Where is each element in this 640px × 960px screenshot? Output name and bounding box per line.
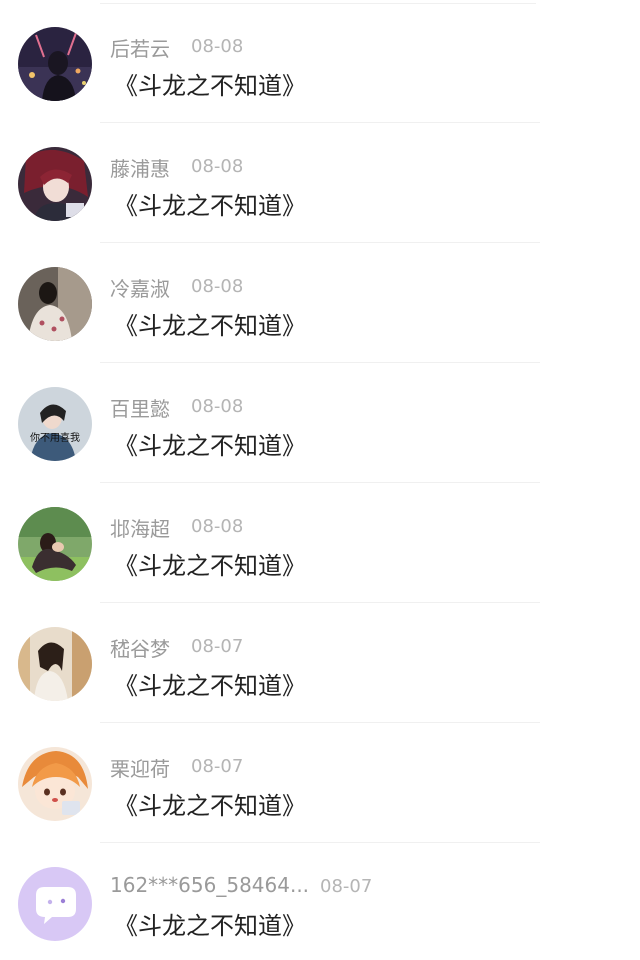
user-avatar-photo-icon: [18, 507, 92, 581]
user-avatar[interactable]: 你不用喜我: [18, 387, 92, 461]
user-name[interactable]: 栗迎荷: [110, 753, 170, 782]
user-avatar[interactable]: [18, 627, 92, 701]
comment-date: 08-07: [320, 876, 373, 897]
comment-text: 《斗龙之不知道》: [114, 192, 306, 220]
user-avatar-photo-icon: [18, 267, 92, 341]
user-avatar[interactable]: [18, 747, 92, 821]
comment-text: 《斗龙之不知道》: [114, 552, 306, 580]
comment-text: 《斗龙之不知道》: [114, 792, 306, 820]
user-avatar[interactable]: [18, 147, 92, 221]
user-avatar[interactable]: [18, 267, 92, 341]
user-name[interactable]: 162***656_58464...: [110, 873, 309, 897]
comment-item: 栗迎荷 08-07 《斗龙之不知道》: [0, 720, 640, 843]
comment-item: 162***656_58464... 08-07 《斗龙之不知道》: [0, 840, 640, 960]
user-avatar-photo-icon: [18, 27, 92, 101]
user-name[interactable]: 冷嘉淑: [110, 273, 170, 302]
comment-item: 冷嘉淑 08-08 《斗龙之不知道》: [0, 240, 640, 363]
comment-text: 《斗龙之不知道》: [114, 912, 306, 940]
comment-item: 后若云 08-08 《斗龙之不知道》: [0, 0, 640, 123]
user-name[interactable]: 邶海超: [110, 513, 170, 542]
user-avatar[interactable]: [18, 507, 92, 581]
user-name[interactable]: 后若云: [110, 33, 170, 62]
comment-text: 《斗龙之不知道》: [114, 72, 306, 100]
comment-date: 08-08: [191, 156, 244, 177]
comment-text: 《斗龙之不知道》: [114, 432, 306, 460]
comment-item: 嵇谷梦 08-07 《斗龙之不知道》: [0, 600, 640, 723]
comment-item: 邶海超 08-08 《斗龙之不知道》: [0, 480, 640, 603]
user-avatar[interactable]: [18, 27, 92, 101]
user-avatar-photo-icon: [18, 627, 92, 701]
avatar-caption: 你不用喜我: [30, 431, 80, 444]
user-avatar[interactable]: [18, 867, 92, 941]
user-avatar-photo-icon: [18, 147, 92, 221]
comment-item: 藤浦惠 08-08 《斗龙之不知道》: [0, 120, 640, 243]
comment-item: 你不用喜我 百里懿 08-08 《斗龙之不知道》: [0, 360, 640, 483]
comment-text: 《斗龙之不知道》: [114, 672, 306, 700]
user-name[interactable]: 百里懿: [110, 393, 170, 422]
comment-date: 08-07: [191, 636, 244, 657]
user-avatar-photo-icon: 你不用喜我: [18, 387, 92, 461]
user-name[interactable]: 藤浦惠: [110, 153, 170, 182]
user-name[interactable]: 嵇谷梦: [110, 633, 170, 662]
comment-text: 《斗龙之不知道》: [114, 312, 306, 340]
comment-date: 08-08: [191, 516, 244, 537]
comment-date: 08-07: [191, 756, 244, 777]
comment-date: 08-08: [191, 276, 244, 297]
default-chat-bubble-avatar-icon: [18, 867, 92, 941]
comment-date: 08-08: [191, 396, 244, 417]
user-avatar-photo-icon: [18, 747, 92, 821]
comment-date: 08-08: [191, 36, 244, 57]
